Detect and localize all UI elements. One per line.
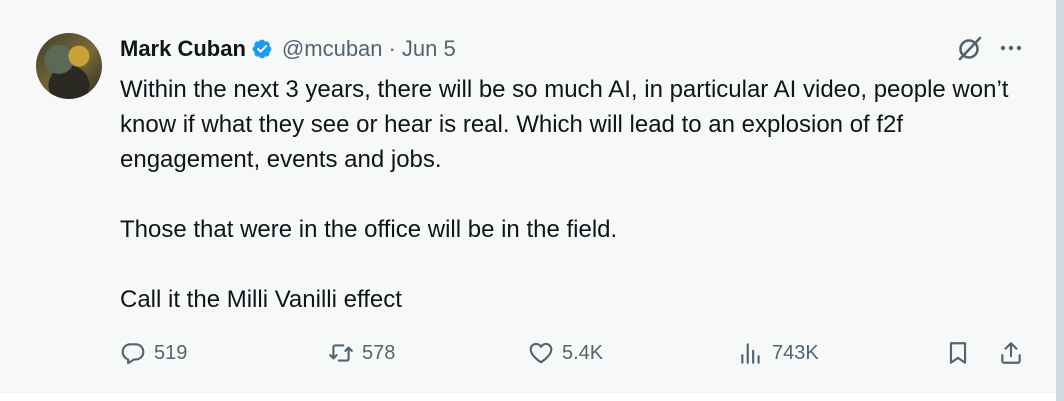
tweet-frame: Mark Cuban @mcuban · Jun 5 Within the ne… [0, 0, 1064, 401]
more-icon[interactable] [998, 36, 1024, 60]
reply-button[interactable]: 519 [120, 337, 187, 369]
repost-button[interactable]: 578 [328, 337, 395, 369]
avatar[interactable] [36, 33, 102, 99]
repost-count: 578 [362, 341, 396, 364]
reply-icon [121, 343, 145, 365]
view-count: 743K [772, 341, 819, 364]
bookmark-icon [949, 342, 967, 364]
header-separator: · [388, 36, 396, 61]
tweet-card[interactable]: Mark Cuban @mcuban · Jun 5 Within the ne… [0, 0, 1056, 393]
repost-icon [329, 344, 353, 362]
reply-count: 519 [154, 341, 188, 364]
tweet-paragraph-1: Within the next 3 years, there will be s… [120, 76, 1009, 173]
right-border [1056, 0, 1064, 401]
share-icon [1001, 342, 1021, 364]
share-button[interactable] [998, 337, 1024, 369]
grok-icon[interactable] [955, 33, 985, 63]
tweet-paragraph-3: Call it the Milli Vanilli effect [120, 286, 402, 313]
verified-badge-icon [252, 39, 272, 59]
author-handle[interactable]: @mcuban [282, 36, 383, 62]
views-button[interactable]: 743K [738, 337, 819, 369]
tweet-paragraph-2: Those that were in the office will be in… [120, 216, 618, 243]
bottom-divider [0, 392, 1056, 401]
heart-icon [529, 342, 553, 364]
views-icon [741, 343, 760, 364]
like-button[interactable]: 5.4K [528, 337, 603, 369]
bookmark-button[interactable] [945, 337, 971, 369]
author-name[interactable]: Mark Cuban [120, 36, 246, 62]
tweet-date[interactable]: Jun 5 [402, 36, 456, 62]
like-count: 5.4K [562, 341, 604, 364]
tweet-text: Within the next 3 years, there will be s… [120, 72, 1020, 317]
tweet-header: Mark Cuban @mcuban · Jun 5 [120, 34, 456, 64]
action-bar: 519 578 5.4K 743K [120, 337, 1025, 369]
